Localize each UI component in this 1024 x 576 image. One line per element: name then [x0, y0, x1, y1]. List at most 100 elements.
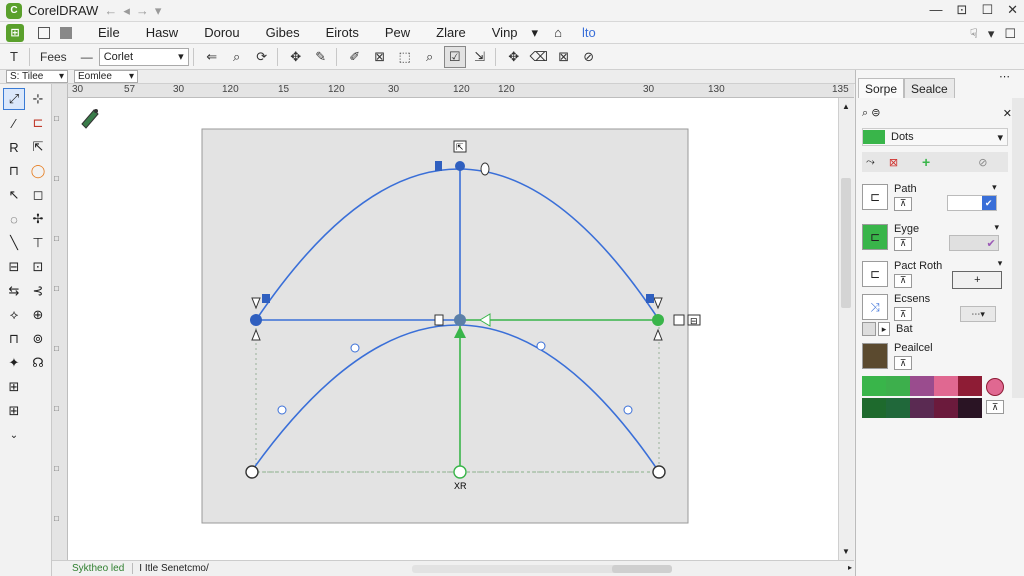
color-picker-icon[interactable]: [986, 378, 1004, 396]
zoom-icon[interactable]: ⌕: [226, 46, 248, 68]
menu-item-window[interactable]: Vinp: [492, 25, 518, 40]
pointer-tool-icon[interactable]: ↖: [3, 184, 25, 206]
menu-item-layout[interactable]: Gibes: [266, 25, 300, 40]
add-fill-button[interactable]: +: [974, 274, 980, 286]
open-doc-icon[interactable]: [60, 26, 72, 39]
refresh-icon[interactable]: ⟳: [251, 46, 273, 68]
pencil-icon[interactable]: ✐: [344, 46, 366, 68]
home-small-icon[interactable]: ⌂: [554, 25, 562, 40]
grid-tool-icon[interactable]: ⊞: [3, 376, 25, 398]
window-icon[interactable]: ☐: [1004, 26, 1016, 42]
search-icon[interactable]: ⌕ ⊜: [862, 106, 880, 120]
menu-item-effects[interactable]: Pew: [385, 25, 410, 40]
blend-tool-icon[interactable]: ⊰: [27, 280, 49, 302]
circle-tool-icon[interactable]: ◌: [3, 208, 25, 230]
move-icon[interactable]: ✥: [285, 46, 307, 68]
rect-tool-icon[interactable]: ◻: [27, 184, 49, 206]
color-swatch[interactable]: [862, 398, 886, 418]
font-combo[interactable]: Corlet ▾: [98, 47, 189, 66]
checkbox-tool-icon[interactable]: ☑: [443, 45, 466, 68]
node-center[interactable]: [454, 314, 466, 326]
menu-dropdown-icon[interactable]: ▾: [532, 25, 539, 41]
add-layer-icon[interactable]: +: [922, 154, 930, 170]
vertical-ruler[interactable]: □ □ □ □ □ □ □ □: [52, 84, 68, 560]
color-wheel-icon[interactable]: ⊘: [578, 46, 600, 68]
horizontal-ruler[interactable]: 30 57 30 120 15 120 30 120 120 30 130 13…: [68, 84, 854, 98]
close-button[interactable]: ✕: [1007, 2, 1018, 18]
node-bottom-right[interactable]: [652, 465, 666, 479]
shape-edit-tool-icon[interactable]: ⊓: [3, 160, 25, 182]
align-icon[interactable]: ✥: [503, 46, 525, 68]
object-thumb-path-roth[interactable]: ⊏: [862, 260, 888, 287]
text-tool-icon[interactable]: T: [3, 46, 25, 68]
palette-options-icon[interactable]: ⊼: [986, 400, 1004, 414]
object-thumb-path[interactable]: ⊏: [862, 183, 888, 210]
vertical-scrollbar[interactable]: ▲ ▼: [838, 98, 854, 560]
shape-icon[interactable]: ⊠: [553, 46, 575, 68]
collapsed-box-icon[interactable]: [862, 322, 876, 336]
home-icon[interactable]: ⊞: [6, 23, 24, 42]
node-handle-right[interactable]: [480, 162, 490, 176]
maximize-button[interactable]: ☐: [981, 2, 993, 18]
tab-objects[interactable]: Sorpe: [858, 78, 905, 98]
erase-icon[interactable]: ⌫: [528, 46, 550, 68]
visible-checkbox[interactable]: ✔: [981, 196, 996, 210]
back-small-icon[interactable]: ◂: [123, 3, 130, 19]
lock-toggle[interactable]: ⊼: [894, 196, 912, 211]
color-swatch[interactable]: [910, 376, 934, 396]
crop-tool-icon[interactable]: ⊏: [27, 112, 49, 134]
visible-checkbox[interactable]: ✔: [984, 236, 998, 250]
interactive-tool-icon[interactable]: ☊: [27, 352, 49, 374]
object-thumb-edge[interactable]: ⊏: [862, 223, 888, 250]
text-t-tool-icon[interactable]: ⊤: [27, 232, 49, 254]
pick-tool-icon[interactable]: ⤢: [3, 88, 25, 110]
effect-dropdown[interactable]: ⋯: [971, 309, 980, 320]
panel-scrollbar[interactable]: [1012, 98, 1024, 398]
menu-item-object[interactable]: Eirots: [326, 25, 359, 40]
node-top[interactable]: [455, 161, 465, 171]
menu-item-file[interactable]: Eile: [98, 25, 120, 40]
color-swatch[interactable]: [934, 398, 958, 418]
connector-tool-icon[interactable]: ⇆: [3, 280, 25, 302]
center-left-handle[interactable]: [434, 314, 444, 326]
dropdown-icon[interactable]: ▾: [988, 26, 995, 42]
close-icon[interactable]: ✕: [1003, 107, 1012, 120]
hand-icon[interactable]: ☟: [970, 26, 978, 42]
back-arrow-icon[interactable]: ←: [104, 3, 117, 19]
zoom-tool-icon[interactable]: ⊕: [27, 304, 49, 326]
pen-icon[interactable]: ✎: [310, 46, 332, 68]
star-tool-icon[interactable]: ✢: [27, 208, 49, 230]
transform-tool-icon[interactable]: ⇱: [27, 136, 49, 158]
arrange-icon[interactable]: ⇐: [201, 46, 223, 68]
nav-more-icon[interactable]: ▾: [155, 3, 162, 19]
lock-toggle[interactable]: ⊼: [894, 307, 912, 321]
crop-icon[interactable]: ⊠: [369, 46, 391, 68]
right-handle-box[interactable]: [673, 314, 685, 326]
crosshair-tool-icon[interactable]: ⊹: [27, 88, 49, 110]
menu-item-edit[interactable]: Hasw: [146, 25, 179, 40]
pen-path-icon[interactable]: ⤳: [866, 156, 875, 169]
node-bottom-left[interactable]: [245, 465, 259, 479]
smart-fill-tool-icon[interactable]: ⊚: [27, 328, 49, 350]
node-left[interactable]: [250, 314, 262, 326]
rectangle-r-tool-icon[interactable]: R: [3, 136, 25, 158]
fill-tool-icon[interactable]: ⟡: [3, 304, 25, 326]
color-swatch[interactable]: [886, 398, 910, 418]
delete-layer-icon[interactable]: ⊠: [889, 156, 898, 169]
color-swatch[interactable]: [934, 376, 958, 396]
drawing-svg[interactable]: ⇱ ⊟ XR: [68, 98, 838, 560]
color-swatch[interactable]: [910, 398, 934, 418]
color-swatch[interactable]: [886, 376, 910, 396]
node-right[interactable]: [652, 314, 664, 326]
eyedropper-tool-icon[interactable]: ✦: [3, 352, 25, 374]
color-swatch[interactable]: [958, 376, 982, 396]
minimize-button[interactable]: —: [930, 2, 943, 18]
lock-toggle[interactable]: ⊼: [894, 236, 912, 251]
ellipse-tool-icon[interactable]: ◯: [27, 160, 49, 182]
dimension-tool-icon[interactable]: ⊡: [27, 256, 49, 278]
object-thumb-ecsens[interactable]: ⤨: [862, 294, 888, 320]
outline-combo[interactable]: Eomlee ▾: [74, 70, 138, 83]
outline-tool-icon[interactable]: ⊓: [3, 328, 25, 350]
forward-arrow-icon[interactable]: →: [136, 3, 149, 19]
expand-arrow-icon[interactable]: ▸: [878, 322, 890, 336]
